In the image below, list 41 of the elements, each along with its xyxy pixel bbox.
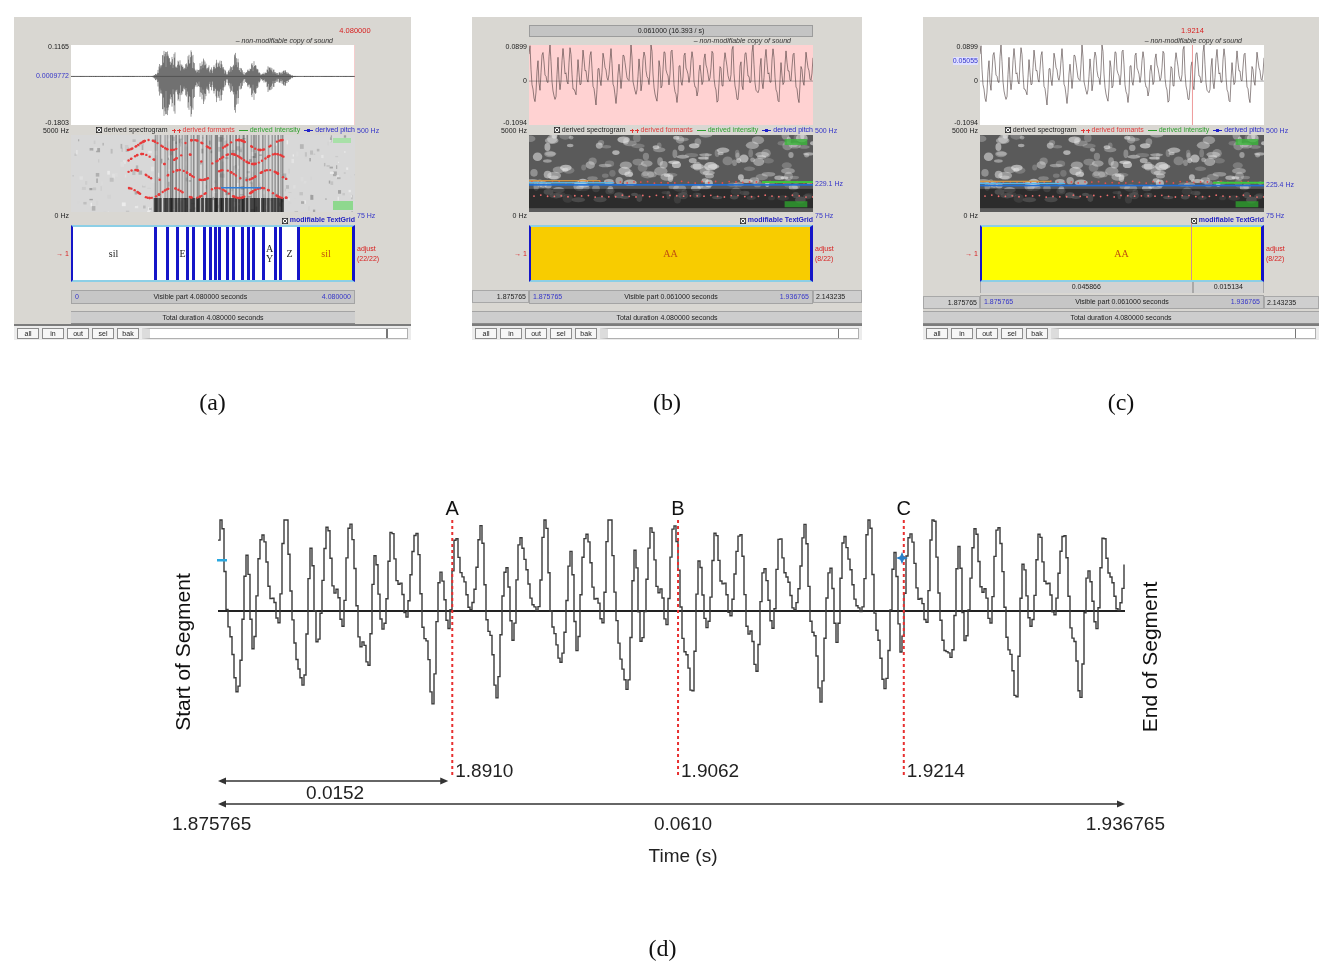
cursor-line (1190, 223, 1192, 280)
tier-interval[interactable]: sil (297, 227, 352, 280)
interval-value: 0.0152 (306, 782, 365, 803)
checkbox-icon[interactable] (1190, 218, 1197, 224)
marker-label: C (896, 497, 911, 519)
tier-interval[interactable] (186, 227, 192, 280)
marker-time: 1.9062 (681, 760, 740, 781)
tier-interval[interactable] (209, 227, 214, 280)
star-marker-icon (896, 552, 908, 564)
tier-interval[interactable]: AA (982, 227, 1261, 280)
marker-label: B (671, 497, 685, 519)
panel-caption: (c) (1107, 388, 1135, 416)
scrollbar[interactable] (142, 327, 408, 339)
axis-end-value: 1.936765 (1085, 813, 1165, 834)
checkbox-icon[interactable] (1004, 127, 1011, 133)
tier-interval[interactable] (247, 227, 252, 280)
tier-interval[interactable] (274, 227, 279, 280)
panel-caption: (a) (199, 388, 226, 416)
checkbox-icon[interactable] (739, 218, 746, 224)
panel-caption: (b) (653, 388, 681, 416)
start-segment-label: Start of Segment (171, 573, 194, 731)
end-segment-label: End of Segment (1138, 581, 1161, 733)
tick-mark-icon (217, 559, 227, 562)
checkbox-icon[interactable] (95, 127, 102, 133)
tier-interval[interactable]: AY (262, 227, 274, 280)
axis-start-value: 1.875765 (172, 813, 252, 834)
axis-length-value: 0.0610 (653, 813, 713, 834)
marker-time: 1.9214 (906, 760, 965, 781)
scrollbar[interactable] (1051, 327, 1316, 339)
axis-title: Time (s) (648, 845, 718, 866)
marker-label: A (445, 497, 459, 519)
panel-caption: (d) (648, 934, 677, 962)
tier-interval[interactable] (203, 227, 209, 280)
scrollbar[interactable] (600, 327, 859, 339)
checkbox-icon[interactable] (281, 218, 288, 224)
tier-interval[interactable]: E (176, 227, 186, 280)
tier-interval[interactable] (241, 227, 247, 280)
marker-time: 1.8910 (455, 760, 514, 781)
tier-interval[interactable] (226, 227, 232, 280)
tier-interval[interactable] (214, 227, 218, 280)
checkbox-icon[interactable] (553, 127, 560, 133)
